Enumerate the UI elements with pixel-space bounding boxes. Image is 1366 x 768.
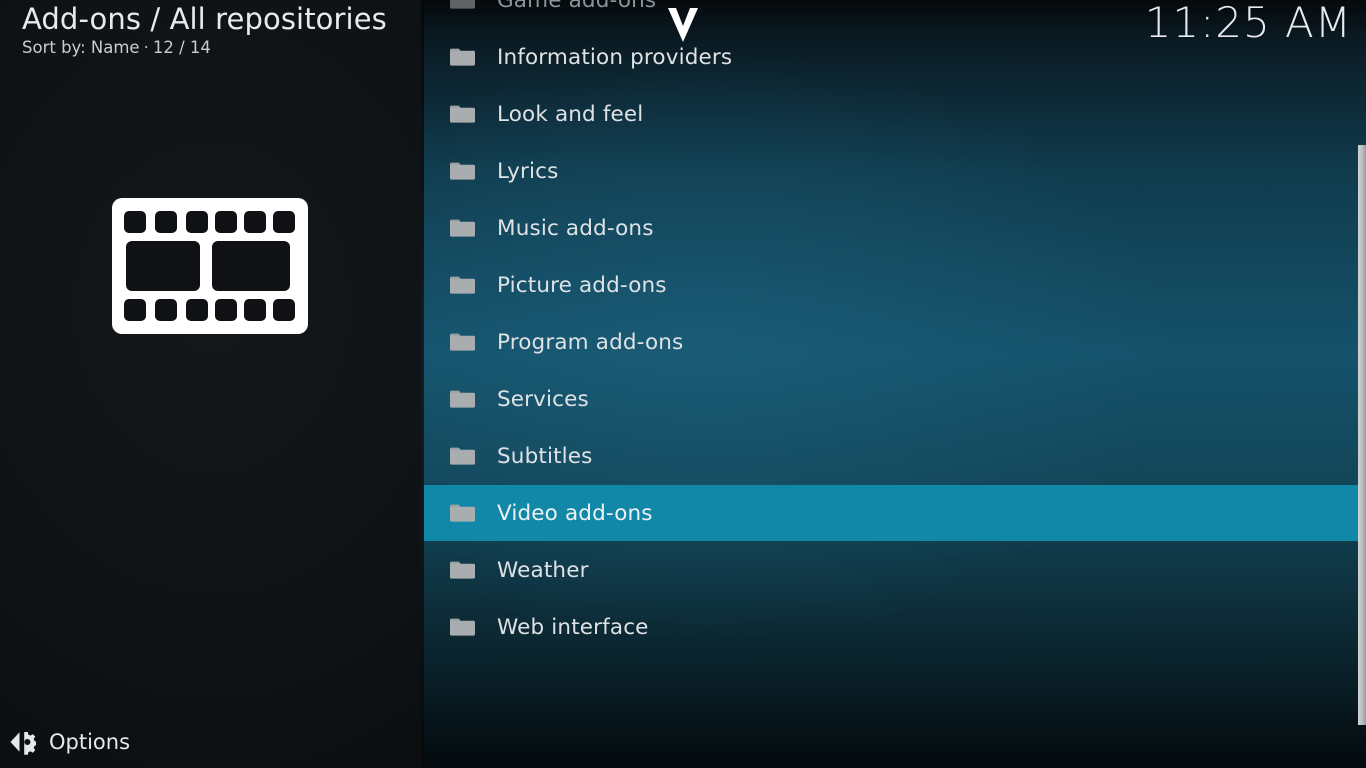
category-row[interactable]: Look and feel — [424, 86, 1366, 142]
category-label: Music add-ons — [497, 215, 654, 241]
category-label: Information providers — [497, 44, 733, 70]
folder-icon — [450, 104, 475, 124]
category-row-selected[interactable]: Video add-ons — [424, 485, 1366, 541]
category-label: Lyrics — [497, 158, 559, 184]
category-list[interactable]: Game add-ons Information providers Look an… — [424, 0, 1366, 768]
folder-icon — [450, 332, 475, 352]
folder-icon — [450, 617, 475, 637]
category-row[interactable]: Web interface — [424, 599, 1366, 655]
item-count-label: 12 / 14 — [152, 38, 211, 57]
page-title: Add-ons / All repositories — [22, 2, 387, 36]
category-label: Web interface — [497, 614, 649, 640]
folder-icon — [450, 275, 475, 295]
category-label: Look and feel — [497, 101, 644, 127]
category-row[interactable]: Music add-ons — [424, 200, 1366, 256]
category-row[interactable]: Weather — [424, 542, 1366, 598]
category-label: Program add-ons — [497, 329, 684, 355]
addon-category-panel: Game add-ons Information providers Look an… — [424, 0, 1366, 768]
chevron-down-icon — [664, 4, 702, 46]
left-info-panel: Add-ons / All repositories Sort by: Name… — [0, 0, 424, 768]
category-row[interactable]: Services — [424, 371, 1366, 427]
category-label: Services — [497, 386, 589, 412]
category-label: Video add-ons — [497, 500, 653, 526]
category-row[interactable]: Subtitles — [424, 428, 1366, 484]
folder-icon — [450, 446, 475, 466]
options-label: Options — [49, 730, 131, 754]
sort-and-count-label: Sort by: Name · 12 / 14 — [22, 38, 211, 57]
category-label: Subtitles — [497, 443, 593, 469]
folder-icon — [450, 389, 475, 409]
category-label: Picture add-ons — [497, 272, 667, 298]
options-button[interactable]: Options — [8, 723, 130, 761]
list-scrollbar[interactable] — [1358, 0, 1366, 768]
clock: 11:25 AM — [1144, 0, 1352, 47]
folder-icon — [450, 560, 475, 580]
category-label: Game add-ons — [497, 0, 657, 13]
film-strip-icon — [110, 196, 310, 336]
kodi-addons-browser: Add-ons / All repositories Sort by: Name… — [0, 0, 1366, 768]
folder-icon — [450, 218, 475, 238]
folder-icon — [450, 503, 475, 523]
folder-icon — [450, 47, 475, 67]
category-row[interactable]: Lyrics — [424, 143, 1366, 199]
category-label: Weather — [497, 557, 589, 583]
folder-icon — [450, 161, 475, 181]
sort-label: Sort by: Name — [22, 38, 140, 57]
category-row[interactable]: Picture add-ons — [424, 257, 1366, 313]
scrollbar-thumb[interactable] — [1358, 145, 1366, 725]
separator-dot: · — [143, 38, 149, 57]
options-gear-icon — [8, 729, 38, 755]
folder-icon — [450, 0, 475, 10]
category-row[interactable]: Program add-ons — [424, 314, 1366, 370]
